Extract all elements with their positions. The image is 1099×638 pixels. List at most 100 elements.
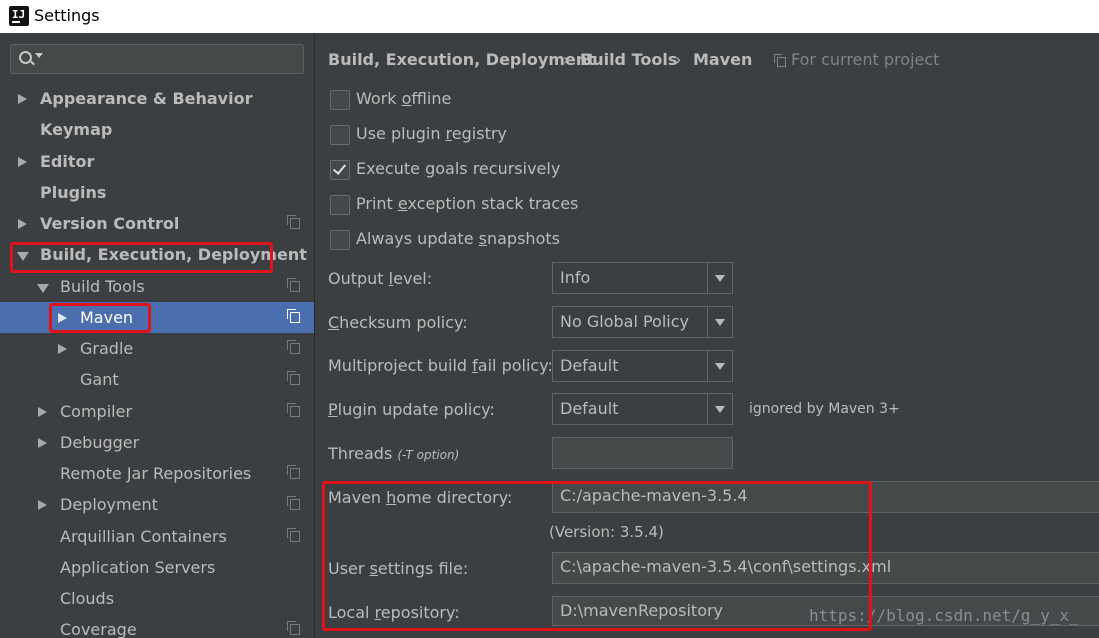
project-scope-icon bbox=[287, 621, 300, 635]
sidebar-item-label: Plugins bbox=[40, 183, 107, 202]
chevron-right-icon[interactable] bbox=[18, 219, 27, 229]
sidebar-item-remote-jar-repositories[interactable]: Remote Jar Repositories bbox=[0, 458, 314, 489]
work-offline-checkbox[interactable] bbox=[330, 90, 350, 110]
sidebar-item-application-servers[interactable]: Application Servers bbox=[0, 552, 314, 583]
settings-sidebar: Appearance & Behavior Keymap Editor Plug… bbox=[0, 33, 315, 638]
breadcrumb-separator: › bbox=[675, 50, 682, 69]
sidebar-item-gradle[interactable]: Gradle bbox=[0, 333, 314, 364]
sidebar-item-coverage[interactable]: Coverage bbox=[0, 614, 314, 638]
chevron-right-icon[interactable] bbox=[58, 313, 67, 323]
project-scope-icon bbox=[287, 340, 300, 354]
chevron-right-icon[interactable] bbox=[58, 344, 67, 354]
local-repository-value: D:\mavenRepository bbox=[560, 601, 724, 620]
project-scope-icon bbox=[287, 403, 300, 417]
print-exception-stack-traces-checkbox[interactable] bbox=[330, 195, 350, 215]
sidebar-item-compiler[interactable]: Compiler bbox=[0, 396, 314, 427]
sidebar-item-build-tools[interactable]: Build Tools bbox=[0, 271, 314, 302]
chevron-right-icon[interactable] bbox=[38, 407, 47, 417]
watermark: https://blog.csdn.net/g_y_x_ bbox=[809, 606, 1079, 625]
sidebar-item-build-execution-deployment[interactable]: Build, Execution, Deployment bbox=[0, 239, 314, 270]
threads-label: Threads (-T option) bbox=[328, 444, 460, 463]
execute-goals-recursively-label[interactable]: Execute goals recursively bbox=[356, 159, 560, 178]
sidebar-item-plugins[interactable]: Plugins bbox=[0, 177, 314, 208]
sidebar-item-appearance-behavior[interactable]: Appearance & Behavior bbox=[0, 83, 314, 114]
multiproject-build-fail-policy-label: Multiproject build fail policy: bbox=[328, 356, 553, 375]
chevron-down-icon[interactable] bbox=[707, 394, 732, 424]
output-level-label: Output level: bbox=[328, 269, 433, 288]
sidebar-item-label: Appearance & Behavior bbox=[40, 89, 253, 108]
sidebar-item-label: Remote Jar Repositories bbox=[60, 464, 252, 483]
chevron-right-icon[interactable] bbox=[18, 94, 27, 104]
plugin-update-policy-note: ignored by Maven 3+ bbox=[749, 401, 900, 417]
sidebar-item-version-control[interactable]: Version Control bbox=[0, 208, 314, 239]
scope-note: For current project bbox=[791, 50, 940, 69]
check-icon bbox=[332, 161, 347, 175]
maven-version-text: (Version: 3.5.4) bbox=[549, 523, 664, 541]
user-settings-value: C:\apache-maven-3.5.4\conf\settings.xml bbox=[560, 557, 892, 576]
breadcrumb-build-execution-deployment[interactable]: Build, Execution, Deployment bbox=[328, 50, 595, 69]
sidebar-item-label: Maven bbox=[80, 308, 134, 327]
always-update-snapshots-label[interactable]: Always update snapshots bbox=[356, 229, 560, 248]
project-scope-icon bbox=[287, 528, 300, 542]
always-update-snapshots-checkbox[interactable] bbox=[330, 230, 350, 250]
sidebar-item-keymap[interactable]: Keymap bbox=[0, 114, 314, 145]
chevron-right-icon[interactable] bbox=[18, 157, 27, 167]
plugin-update-policy-select[interactable]: Default bbox=[552, 393, 733, 425]
sidebar-item-label: Application Servers bbox=[60, 558, 216, 577]
sidebar-item-maven[interactable]: Maven bbox=[0, 302, 314, 333]
project-scope-icon bbox=[287, 465, 300, 479]
sidebar-item-label: Version Control bbox=[40, 214, 180, 233]
plugin-update-policy-label: Plugin update policy: bbox=[328, 400, 495, 419]
sidebar-item-deployment[interactable]: Deployment bbox=[0, 489, 314, 520]
maven-settings-panel: Build, Execution, Deployment › Build Too… bbox=[315, 33, 1099, 638]
chevron-down-icon[interactable] bbox=[707, 351, 732, 381]
chevron-down-icon[interactable] bbox=[707, 263, 732, 293]
sidebar-item-label: Build Tools bbox=[60, 277, 145, 296]
project-scope-icon bbox=[287, 309, 300, 323]
sidebar-item-label: Debugger bbox=[60, 433, 140, 452]
multiproject-build-fail-policy-select[interactable]: Default bbox=[552, 350, 733, 382]
user-settings-file-label: User settings file: bbox=[328, 559, 469, 578]
chevron-right-icon[interactable] bbox=[38, 438, 47, 448]
chevron-down-icon[interactable] bbox=[707, 307, 732, 337]
project-scope-icon bbox=[287, 496, 300, 510]
breadcrumb-build-tools[interactable]: Build Tools bbox=[580, 50, 677, 69]
sidebar-item-editor[interactable]: Editor bbox=[0, 146, 314, 177]
use-plugin-registry-label[interactable]: Use plugin registry bbox=[356, 124, 507, 143]
breadcrumb-maven: Maven bbox=[693, 50, 753, 69]
window-title: Settings bbox=[34, 6, 100, 25]
sidebar-item-label: Deployment bbox=[60, 495, 158, 514]
sidebar-item-debugger[interactable]: Debugger bbox=[0, 427, 314, 458]
intellij-app-icon: IJ bbox=[7, 4, 31, 28]
use-plugin-registry-checkbox[interactable] bbox=[330, 125, 350, 145]
sidebar-item-label: Editor bbox=[40, 152, 95, 171]
search-input[interactable] bbox=[10, 44, 304, 74]
sidebar-item-label: Compiler bbox=[60, 402, 133, 421]
user-settings-file-input[interactable]: C:\apache-maven-3.5.4\conf\settings.xml bbox=[552, 552, 1099, 584]
sidebar-item-label: Coverage bbox=[60, 620, 137, 638]
sidebar-item-label: Clouds bbox=[60, 589, 115, 608]
sidebar-item-gant[interactable]: Gant bbox=[0, 364, 314, 395]
checksum-policy-label: Checksum policy: bbox=[328, 313, 468, 332]
chevron-right-icon[interactable] bbox=[38, 500, 47, 510]
output-level-value: Info bbox=[560, 268, 591, 287]
chevron-down-icon[interactable] bbox=[37, 284, 49, 293]
work-offline-label[interactable]: Work offline bbox=[356, 89, 451, 108]
project-scope-icon bbox=[287, 278, 300, 292]
execute-goals-recursively-checkbox[interactable] bbox=[330, 160, 350, 180]
output-level-select[interactable]: Info bbox=[552, 262, 733, 294]
project-scope-icon bbox=[774, 54, 786, 67]
threads-input[interactable] bbox=[552, 437, 733, 469]
breadcrumb-separator: › bbox=[563, 50, 570, 69]
sidebar-item-arquillian-containers[interactable]: Arquillian Containers bbox=[0, 521, 314, 552]
maven-home-directory-input[interactable]: C:/apache-maven-3.5.4 bbox=[552, 481, 1099, 513]
project-scope-icon bbox=[287, 371, 300, 385]
maven-home-value: C:/apache-maven-3.5.4 bbox=[560, 486, 748, 505]
chevron-down-icon[interactable] bbox=[17, 252, 29, 261]
print-exception-stack-traces-label[interactable]: Print exception stack traces bbox=[356, 194, 578, 213]
checksum-policy-select[interactable]: No Global Policy bbox=[552, 306, 733, 338]
local-repository-label: Local repository: bbox=[328, 603, 460, 622]
sidebar-item-clouds[interactable]: Clouds bbox=[0, 583, 314, 614]
chevron-down-icon[interactable] bbox=[35, 53, 43, 58]
multiproject-policy-value: Default bbox=[560, 356, 619, 375]
